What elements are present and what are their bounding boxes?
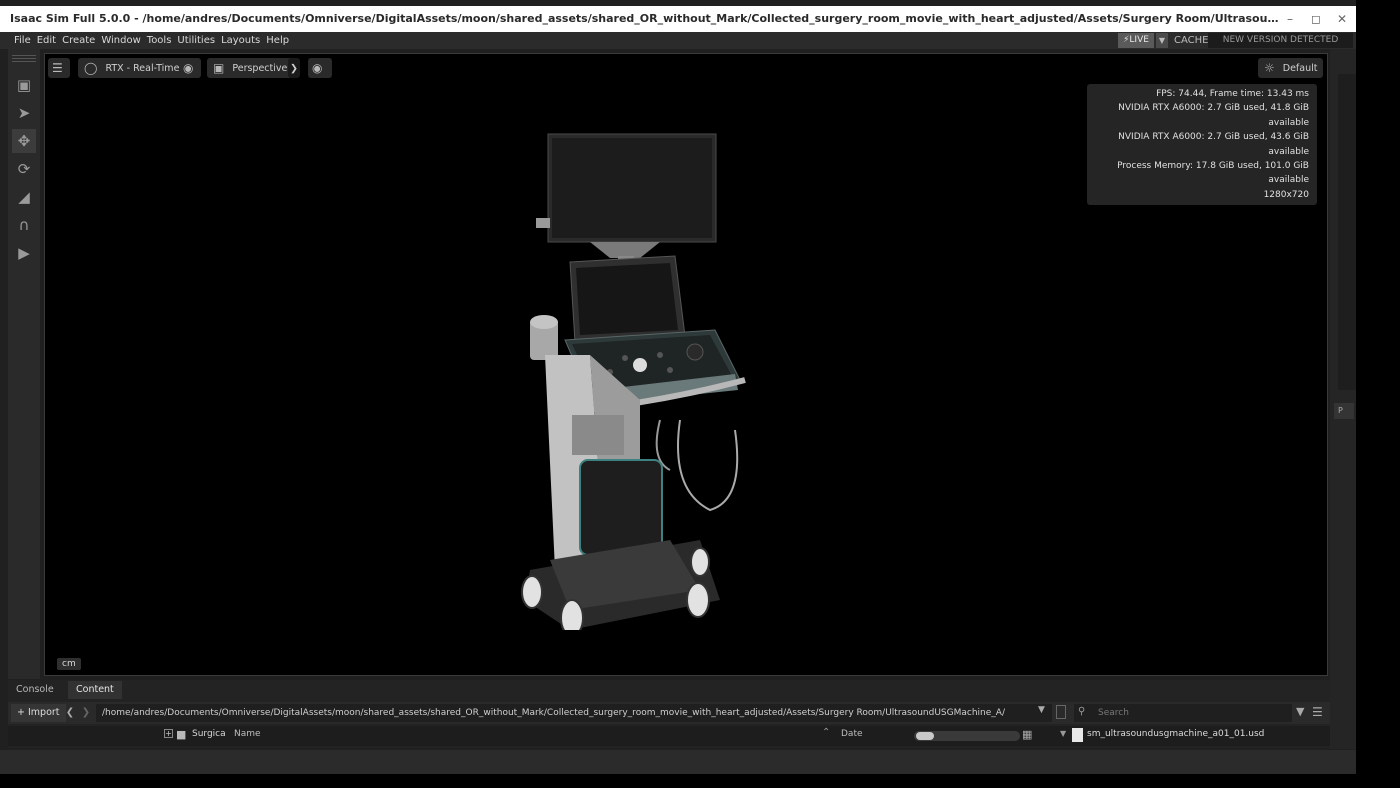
select-mode-icon[interactable]: ▣	[12, 73, 36, 97]
cache-label: CACHE:	[1174, 35, 1212, 46]
stat-process-memory: Process Memory: 17.8 GiB used, 101.0 GiB…	[1117, 161, 1309, 186]
live-dropdown-icon[interactable]: ▼	[1156, 33, 1168, 48]
viewport[interactable]: ☰ ◯ RTX - Real-Time ◉ ▣ Perspective ❯ ◉ …	[44, 53, 1328, 676]
column-name-header[interactable]: Name	[234, 729, 261, 739]
select-arrow-icon[interactable]: ➤	[12, 101, 36, 125]
folder-icon: ■	[176, 728, 187, 741]
preset-label: Default	[1282, 62, 1318, 74]
menu-window[interactable]: Window	[101, 35, 140, 46]
file-item[interactable]: sm_ultrasoundusgmachine_a01_01.usd	[1087, 729, 1264, 739]
visibility-button[interactable]: ◉	[179, 58, 201, 78]
toolbar-grip[interactable]	[12, 61, 36, 62]
units-label: cm	[57, 658, 81, 670]
forward-arrow-icon[interactable]: ❯	[80, 704, 92, 722]
preset-button[interactable]: ☼ Default	[1258, 58, 1324, 78]
rotate-icon[interactable]: ⟳	[12, 157, 36, 181]
sort-ascending-icon[interactable]: ⌃	[822, 727, 830, 738]
cache-status[interactable]: NEW VERSION DETECTED	[1208, 33, 1353, 48]
broadcast-button[interactable]: ◉	[308, 58, 332, 78]
toolbar-grip[interactable]	[12, 58, 36, 59]
bookmark-icon[interactable]	[1056, 705, 1066, 719]
import-label: Import	[28, 707, 60, 718]
plus-icon: +	[17, 707, 25, 718]
scale-icon[interactable]: ◢	[12, 185, 36, 209]
app-window: Isaac Sim Full 5.0.0 - /home/andres/Docu…	[0, 0, 1356, 774]
column-date-header[interactable]: Date	[841, 729, 863, 739]
file-icon	[1072, 728, 1083, 742]
minimize-icon[interactable]: –	[1282, 11, 1298, 27]
path-dropdown-icon[interactable]: ▼	[1038, 705, 1045, 715]
camera-icon: ▣	[213, 61, 225, 75]
camera-button[interactable]: ▣ Perspective	[207, 58, 294, 78]
play-icon[interactable]: ▶	[12, 241, 36, 265]
stage-panel-collapsed[interactable]	[1338, 74, 1356, 390]
menu-tools[interactable]: Tools	[147, 35, 172, 46]
tree-expand-icon[interactable]: +	[164, 729, 173, 738]
menu-utilities[interactable]: Utilities	[177, 35, 215, 46]
lightbulb-icon: ◯	[84, 61, 98, 75]
left-toolbar: ▣ ➤ ✥ ⟳ ◢ ∩ ▶	[8, 49, 40, 679]
content-browser: + ■ Surgica Name ⌃ Date ▦ ▼ sm_ultrasoun…	[8, 726, 1330, 746]
restore-icon[interactable]: ◻	[1308, 11, 1324, 27]
toolbar-grip[interactable]	[12, 55, 36, 56]
live-label: LIVE	[1129, 35, 1149, 45]
folder-name[interactable]: Surgica	[192, 729, 226, 739]
stat-fps: FPS: 74.44, Frame time: 13.43 ms	[1156, 89, 1309, 99]
window-title: Isaac Sim Full 5.0.0 - /home/andres/Docu…	[10, 12, 1285, 25]
bottom-panel: Console Content + Import ❮ ❯ /home/andre…	[8, 680, 1330, 748]
menu-bar: File Edit Create Window Tools Utilities …	[0, 32, 1356, 49]
status-bar	[0, 750, 1356, 774]
title-bar: Isaac Sim Full 5.0.0 - /home/andres/Docu…	[0, 6, 1356, 32]
tab-content[interactable]: Content	[68, 681, 122, 699]
snap-magnet-icon[interactable]: ∩	[12, 213, 36, 237]
menu-layouts[interactable]: Layouts	[221, 35, 260, 46]
filter-icon[interactable]: ▼	[1296, 705, 1304, 718]
eye-icon: ◉	[183, 61, 194, 75]
content-toolbar: + Import ❮ ❯ /home/andres/Documents/Omni…	[8, 702, 1330, 724]
search-input[interactable]: ⚲ Search	[1074, 704, 1292, 722]
stat-gpu-0: NVIDIA RTX A6000: 2.7 GiB used, 41.8 GiB…	[1118, 103, 1309, 128]
import-button[interactable]: + Import	[11, 704, 66, 722]
stats-overlay: FPS: 74.44, Frame time: 13.43 ms NVIDIA …	[1087, 84, 1317, 206]
camera-label: Perspective	[232, 62, 288, 74]
stat-resolution: 1280x720	[1263, 189, 1309, 200]
close-icon[interactable]: ✕	[1334, 11, 1350, 27]
camera-chevron-icon[interactable]: ❯	[288, 58, 300, 78]
ultrasound-machine-render[interactable]	[510, 130, 755, 630]
search-placeholder: Search	[1098, 708, 1129, 718]
menu-edit[interactable]: Edit	[37, 35, 56, 46]
grid-view-icon[interactable]: ▦	[1022, 728, 1032, 741]
sun-icon: ☼	[1264, 61, 1275, 75]
stat-gpu-1: NVIDIA RTX A6000: 2.7 GiB used, 43.6 GiB…	[1118, 132, 1309, 157]
broadcast-icon: ◉	[312, 61, 323, 75]
viewport-settings-button[interactable]: ☰	[48, 58, 70, 78]
tab-console[interactable]: Console	[8, 681, 62, 699]
path-field[interactable]: /home/andres/Documents/Omniverse/Digital…	[96, 704, 1052, 722]
renderer-button[interactable]: ◯ RTX - Real-Time	[78, 58, 186, 78]
file-dropdown-icon[interactable]: ▼	[1060, 729, 1066, 738]
search-icon: ⚲	[1078, 706, 1086, 717]
back-arrow-icon[interactable]: ❮	[64, 704, 76, 722]
hamburger-menu-icon[interactable]: ☰	[1312, 705, 1323, 719]
settings-sliders-icon: ☰	[52, 61, 63, 75]
property-panel-tab[interactable]: P	[1334, 403, 1354, 419]
move-icon[interactable]: ✥	[12, 129, 36, 153]
menu-file[interactable]: File	[14, 35, 31, 46]
slider-knob[interactable]	[916, 732, 934, 740]
thumbnail-size-slider[interactable]	[914, 731, 1020, 741]
live-button[interactable]: ⚡LIVE	[1118, 33, 1154, 48]
menu-help[interactable]: Help	[266, 35, 289, 46]
renderer-label: RTX - Real-Time	[105, 62, 180, 74]
menu-create[interactable]: Create	[62, 35, 95, 46]
